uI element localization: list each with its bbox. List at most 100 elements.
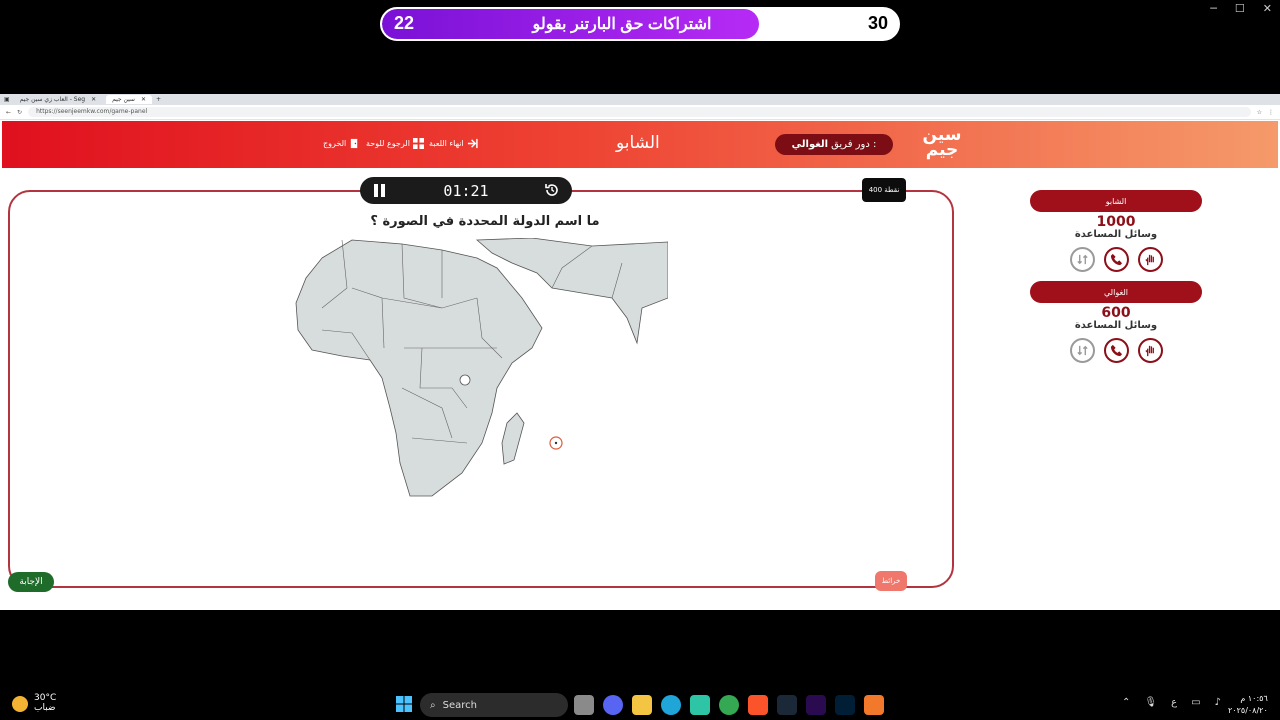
end-game-label: انهاء اللعبة	[429, 139, 464, 148]
points-badge: 400 نقطة	[862, 178, 906, 202]
clock[interactable]: ١٠:٥٦ م ٢٠٢٥/٠٨/٢٠	[1228, 693, 1268, 717]
minimize-icon[interactable]: ─	[1210, 2, 1217, 15]
stream-goal-bar: 22 اشتراكات حق البارتنر بقولو 30	[380, 7, 900, 41]
pause-icon[interactable]	[374, 184, 386, 197]
chevron-up-icon[interactable]: ⌃	[1122, 697, 1130, 708]
team-name-pill: الشابو	[1030, 190, 1202, 212]
close-icon[interactable]: ✕	[141, 96, 146, 103]
back-to-board-label: الرجوع للوحة	[366, 139, 410, 148]
timer: 01:21	[360, 177, 572, 204]
swap-arrows-icon	[1076, 345, 1088, 356]
hand-lifeline-button[interactable]	[1137, 247, 1163, 272]
lifelines	[1030, 338, 1202, 363]
tab-menu-icon[interactable]: ▣	[4, 96, 10, 103]
network-icon[interactable]: ▭	[1191, 697, 1200, 708]
goal-target-count: 30	[867, 13, 888, 33]
goal-title: اشتراكات حق البارتنر بقولو	[532, 16, 712, 33]
team-help-label: وسائل المساعدة	[1074, 320, 1158, 331]
maximize-icon[interactable]: ☐	[1235, 2, 1245, 15]
browser-window: ▣ العاب زي سين جيم - Seg ✕ سين جيم ✕ + ←…	[0, 94, 1280, 610]
system-tray: ⌃ 🎙 ع ▭ ♪	[1122, 697, 1221, 708]
question-text: ما اسم الدولة المحددة في الصورة ؟	[370, 214, 600, 229]
weather-text: ضباب	[34, 703, 56, 713]
show-answer-button[interactable]: الإجابة	[8, 572, 54, 592]
team-help-label: وسائل المساعدة	[1074, 229, 1158, 240]
discord-icon[interactable]	[603, 695, 623, 715]
team-name-pill: الغوالي	[1030, 281, 1202, 303]
brave-icon[interactable]	[748, 695, 768, 715]
exit-button[interactable]: الخروج	[323, 138, 360, 149]
hand-lifeline-button[interactable]	[1137, 338, 1163, 363]
clock-time: ١٠:٥٦ م	[1240, 694, 1268, 703]
tab-label: العاب زي سين جيم - Seg	[19, 96, 86, 103]
new-tab-icon[interactable]: +	[156, 96, 161, 103]
door-icon	[351, 138, 358, 149]
team-score: 600	[1101, 305, 1131, 321]
close-icon[interactable]: ✕	[1263, 2, 1272, 15]
url-field[interactable]: https://seenjeemkw.com/game-panel	[28, 107, 1251, 117]
tab-label: سين جيم	[112, 96, 135, 103]
arrow-to-line-icon	[467, 138, 478, 149]
back-icon[interactable]: ←	[6, 109, 11, 116]
microphone-icon[interactable]: 🎙	[1144, 697, 1157, 708]
swap-arrows-icon	[1076, 254, 1088, 265]
call-lifeline-button[interactable]	[1103, 247, 1129, 272]
premiere-icon[interactable]	[806, 695, 826, 715]
team-card-1: الشابو 1000 وسائل المساعدة	[1030, 190, 1202, 272]
app-icon-orange[interactable]	[864, 695, 884, 715]
weather-sun-icon	[12, 696, 28, 712]
exit-label: الخروج	[323, 139, 347, 148]
file-explorer-icon[interactable]	[632, 695, 652, 715]
game-header: الخروج الرجوع للوحة انهاء اللعبة الشابو …	[2, 121, 1278, 168]
current-team-name: الشابو	[616, 133, 660, 153]
steam-icon[interactable]	[777, 695, 797, 715]
window-controls: ─ ☐ ✕	[1210, 2, 1272, 15]
turn-team: الغوالي	[791, 139, 829, 150]
star-icon[interactable]: ☆	[1257, 109, 1262, 116]
temperature: 30°C	[34, 693, 57, 703]
menu-icon[interactable]: ⋮	[1268, 109, 1274, 116]
taskbar-search[interactable]: ⌕ Search	[420, 693, 568, 717]
tab-strip: ▣ العاب زي سين جيم - Seg ✕ سين جيم ✕ +	[0, 94, 1280, 105]
address-toolbar: ← ↻ https://seenjeemkw.com/game-panel ☆ …	[0, 105, 1280, 120]
hand-icon	[1144, 345, 1154, 357]
team-score: 1000	[1096, 214, 1136, 230]
phone-icon	[1110, 344, 1122, 357]
timer-value: 01:21	[443, 182, 489, 200]
grid-icon	[412, 138, 424, 149]
taskbar: 30°C ضباب ⌕ Search ⌃ 🎙 ع ▭ ♪ ١٠:٥٦ م ٢٠٢…	[0, 690, 1280, 720]
chrome-icon[interactable]	[719, 695, 739, 715]
language-indicator[interactable]: ع	[1171, 697, 1177, 708]
search-icon: ⌕	[430, 699, 436, 711]
turn-prefix: دور فريق :	[831, 139, 877, 150]
maps-button[interactable]: خرائط	[875, 571, 907, 591]
reload-icon[interactable]: ↻	[17, 109, 22, 116]
turn-indicator: الغوالي دور فريق :	[775, 134, 893, 155]
close-icon[interactable]: ✕	[91, 96, 96, 103]
end-game-button[interactable]: انهاء اللعبة	[429, 138, 478, 149]
edge-icon[interactable]	[661, 695, 681, 715]
weather-widget[interactable]: 30°C ضباب	[12, 693, 56, 713]
back-to-board-button[interactable]: الرجوع للوحة	[366, 138, 424, 149]
tab-seen-jeem[interactable]: سين جيم ✕	[106, 95, 152, 104]
swap-lifeline-button[interactable]	[1069, 247, 1095, 272]
goal-current-count: 22	[394, 13, 415, 33]
clock-date: ٢٠٢٥/٠٨/٢٠	[1228, 706, 1268, 715]
task-view-icon[interactable]	[574, 695, 594, 715]
search-placeholder: Search	[442, 699, 477, 711]
call-lifeline-button[interactable]	[1103, 338, 1129, 363]
tab-seg[interactable]: العاب زي سين جيم - Seg ✕	[14, 95, 102, 104]
team-card-2: الغوالي 600 وسائل المساعدة	[1030, 281, 1202, 363]
swap-lifeline-button[interactable]	[1069, 338, 1095, 363]
windows-start-icon[interactable]	[396, 696, 412, 712]
screen: 22 اشتراكات حق البارتنر بقولو 30 ─ ☐ ✕ ▣…	[0, 0, 1280, 720]
logo: سين جيم	[922, 125, 962, 160]
reset-timer-icon[interactable]	[544, 182, 560, 198]
app-icon[interactable]	[690, 695, 710, 715]
photoshop-icon[interactable]	[835, 695, 855, 715]
africa-map-image	[292, 238, 668, 500]
lifelines	[1030, 247, 1202, 272]
volume-icon[interactable]: ♪	[1215, 697, 1221, 708]
hand-icon	[1144, 254, 1154, 266]
phone-icon	[1110, 253, 1122, 266]
